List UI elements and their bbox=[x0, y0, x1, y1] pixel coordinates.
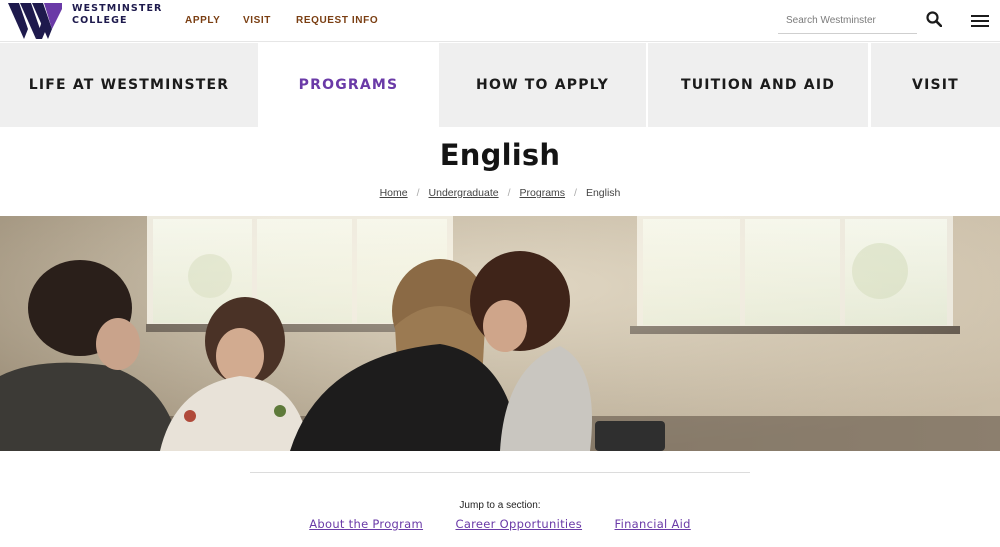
jump-link-career-opportunities[interactable]: Career Opportunities bbox=[455, 517, 582, 531]
breadcrumb-separator: / bbox=[507, 187, 511, 199]
search-box bbox=[778, 8, 917, 34]
section-divider bbox=[250, 472, 750, 473]
utility-link-request-info[interactable]: REQUEST INFO bbox=[296, 15, 378, 26]
breadcrumb-separator: / bbox=[574, 187, 577, 199]
logo-wordmark[interactable]: WESTMINSTER COLLEGE bbox=[72, 3, 162, 27]
search-input[interactable] bbox=[778, 8, 917, 33]
breadcrumb: Home / Undergraduate / Programs / English bbox=[0, 187, 1000, 199]
breadcrumb-undergraduate[interactable]: Undergraduate bbox=[429, 187, 499, 199]
hero-image bbox=[0, 216, 1000, 451]
jump-to-section-label: Jump to a section: bbox=[459, 500, 541, 511]
utility-link-apply[interactable]: APPLY bbox=[185, 15, 220, 26]
breadcrumb-home[interactable]: Home bbox=[380, 187, 408, 199]
logo-line-1: WESTMINSTER bbox=[72, 3, 163, 14]
search-icon[interactable] bbox=[926, 11, 942, 27]
hamburger-menu-icon[interactable] bbox=[971, 14, 989, 28]
jump-link-financial-aid[interactable]: Financial Aid bbox=[615, 517, 691, 531]
jump-link-about-the-program[interactable]: About the Program bbox=[309, 517, 423, 531]
nav-life-at-westminster[interactable]: LIFE AT WESTMINSTER bbox=[0, 43, 258, 127]
nav-tuition-and-aid[interactable]: TUITION AND AID bbox=[648, 43, 868, 127]
nav-programs[interactable]: PROGRAMS bbox=[259, 43, 438, 127]
utility-link-visit[interactable]: VISIT bbox=[243, 15, 271, 26]
logo-line-2: COLLEGE bbox=[72, 15, 128, 26]
breadcrumb-current: English bbox=[585, 187, 621, 199]
nav-how-to-apply[interactable]: HOW TO APPLY bbox=[439, 43, 646, 127]
westminster-logo[interactable] bbox=[8, 3, 62, 39]
breadcrumb-programs[interactable]: Programs bbox=[520, 187, 566, 199]
jump-links: About the Program Career Opportunities F… bbox=[0, 515, 1000, 533]
top-utility-bar: WESTMINSTER COLLEGE APPLY VISIT REQUEST … bbox=[0, 0, 1000, 42]
nav-visit[interactable]: VISIT bbox=[871, 43, 1000, 127]
primary-nav: LIFE AT WESTMINSTER PROGRAMS HOW TO APPL… bbox=[0, 43, 1000, 127]
breadcrumb-separator: / bbox=[416, 187, 420, 199]
page-title: English bbox=[439, 138, 561, 172]
